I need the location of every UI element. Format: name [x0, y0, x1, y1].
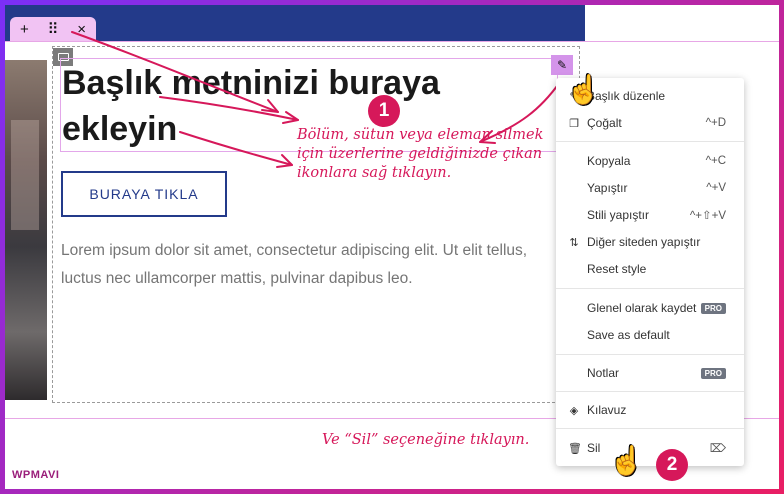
menu-item-delete[interactable]: 🗑 Sil ⌦ — [556, 435, 744, 461]
menu-item-save-default[interactable]: Save as default — [556, 322, 744, 348]
section-border-top — [5, 41, 779, 42]
step-badge-1: 1 — [368, 95, 400, 127]
text-editor-widget[interactable]: Lorem ipsum dolor sit amet, consectetur … — [61, 237, 541, 293]
menu-item-navigator[interactable]: ◈ Kılavuz — [556, 397, 744, 423]
drag-handle-icon[interactable]: ⠿ — [43, 20, 63, 38]
brand-logo: WPMAVI — [12, 469, 60, 481]
pro-badge: PRO — [700, 302, 726, 314]
section-toolbar: + ⠿ × — [10, 17, 96, 41]
layers-icon: ◈ — [569, 404, 579, 417]
duplicate-icon: ❐ — [569, 117, 579, 130]
menu-item-paste-style[interactable]: Stili yapıştır ^+⇧+V — [556, 202, 744, 228]
background-photo — [5, 60, 47, 400]
menu-item-save-global[interactable]: Glenel olarak kaydet PRO — [556, 295, 744, 321]
step-badge-2: 2 — [656, 449, 688, 481]
edit-pencil-icon[interactable]: ✎ — [551, 55, 573, 75]
transfer-icon: ⇅ — [569, 236, 579, 249]
menu-item-duplicate[interactable]: ❐ Çoğalt ^+D — [556, 110, 744, 136]
cta-button[interactable]: BURAYA TIKLA — [61, 171, 227, 217]
menu-item-copy[interactable]: Kopyala ^+C — [556, 148, 744, 174]
delete-key-icon: ⌦ — [709, 443, 726, 455]
annotation-step1: Bölüm, sütun veya eleman silmek için üze… — [297, 127, 544, 181]
close-section-icon[interactable]: × — [72, 21, 92, 38]
pro-badge: PRO — [700, 367, 726, 379]
hand-cursor-icon: ☝ — [609, 445, 644, 476]
hand-cursor-icon: ☝ — [566, 74, 601, 105]
context-menu: ✎ Başlık düzenle ❐ Çoğalt ^+D Kopyala ^+… — [556, 78, 744, 466]
add-section-icon[interactable]: + — [14, 21, 34, 38]
menu-item-paste-other-site[interactable]: ⇅ Diğer siteden yapıştır — [556, 229, 744, 255]
menu-item-reset-style[interactable]: Reset style — [556, 256, 744, 282]
menu-item-paste[interactable]: Yapıştır ^+V — [556, 175, 744, 201]
annotation-step2: Ve “Sil” seçeneğine tıklayın. — [322, 432, 530, 448]
trash-icon: 🗑 — [568, 442, 582, 455]
menu-item-notes[interactable]: Notlar PRO — [556, 360, 744, 386]
